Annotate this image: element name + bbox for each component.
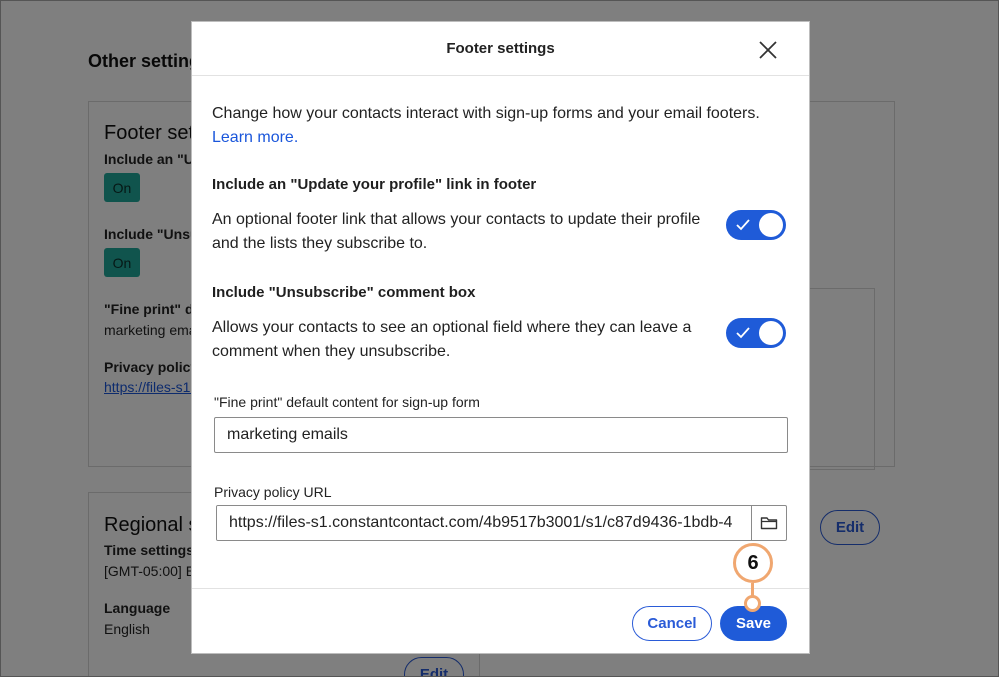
step-callout-dot bbox=[744, 595, 761, 612]
update-profile-description: An optional footer link that allows your… bbox=[212, 211, 701, 252]
privacy-policy-field-label: Privacy policy URL bbox=[214, 484, 332, 500]
dialog-title: Footer settings bbox=[446, 40, 555, 57]
cancel-button[interactable]: Cancel bbox=[632, 606, 712, 641]
fine-print-field-label: "Fine print" default content for sign-up… bbox=[214, 394, 480, 410]
unsubscribe-toggle[interactable] bbox=[726, 318, 786, 348]
toggle-knob bbox=[759, 321, 783, 345]
dialog-intro: Change how your contacts interact with s… bbox=[212, 102, 797, 150]
browse-file-button[interactable] bbox=[751, 506, 786, 540]
screen: Other settings Footer settings Include a… bbox=[0, 0, 999, 677]
update-profile-heading: Include an "Update your profile" link in… bbox=[212, 176, 537, 193]
close-icon bbox=[759, 41, 777, 59]
folder-icon bbox=[760, 517, 777, 530]
privacy-policy-url-group bbox=[216, 505, 787, 541]
unsubscribe-description: Allows your contacts to see an optional … bbox=[212, 319, 692, 360]
update-profile-toggle[interactable] bbox=[726, 210, 786, 240]
step-number-badge: 6 bbox=[733, 543, 773, 583]
dialog-header: Footer settings bbox=[192, 22, 809, 76]
check-icon bbox=[736, 219, 750, 231]
intro-text: Change how your contacts interact with s… bbox=[212, 105, 760, 122]
toggle-knob bbox=[759, 213, 783, 237]
close-button[interactable] bbox=[757, 39, 779, 61]
fine-print-input[interactable] bbox=[214, 417, 788, 453]
dialog-footer: Cancel Save bbox=[192, 588, 809, 655]
unsubscribe-heading: Include "Unsubscribe" comment box bbox=[212, 284, 476, 301]
learn-more-link[interactable]: Learn more. bbox=[212, 129, 298, 146]
privacy-policy-url-input[interactable] bbox=[217, 506, 752, 540]
footer-settings-dialog: Footer settings Change how your contacts… bbox=[191, 21, 810, 654]
check-icon bbox=[736, 327, 750, 339]
